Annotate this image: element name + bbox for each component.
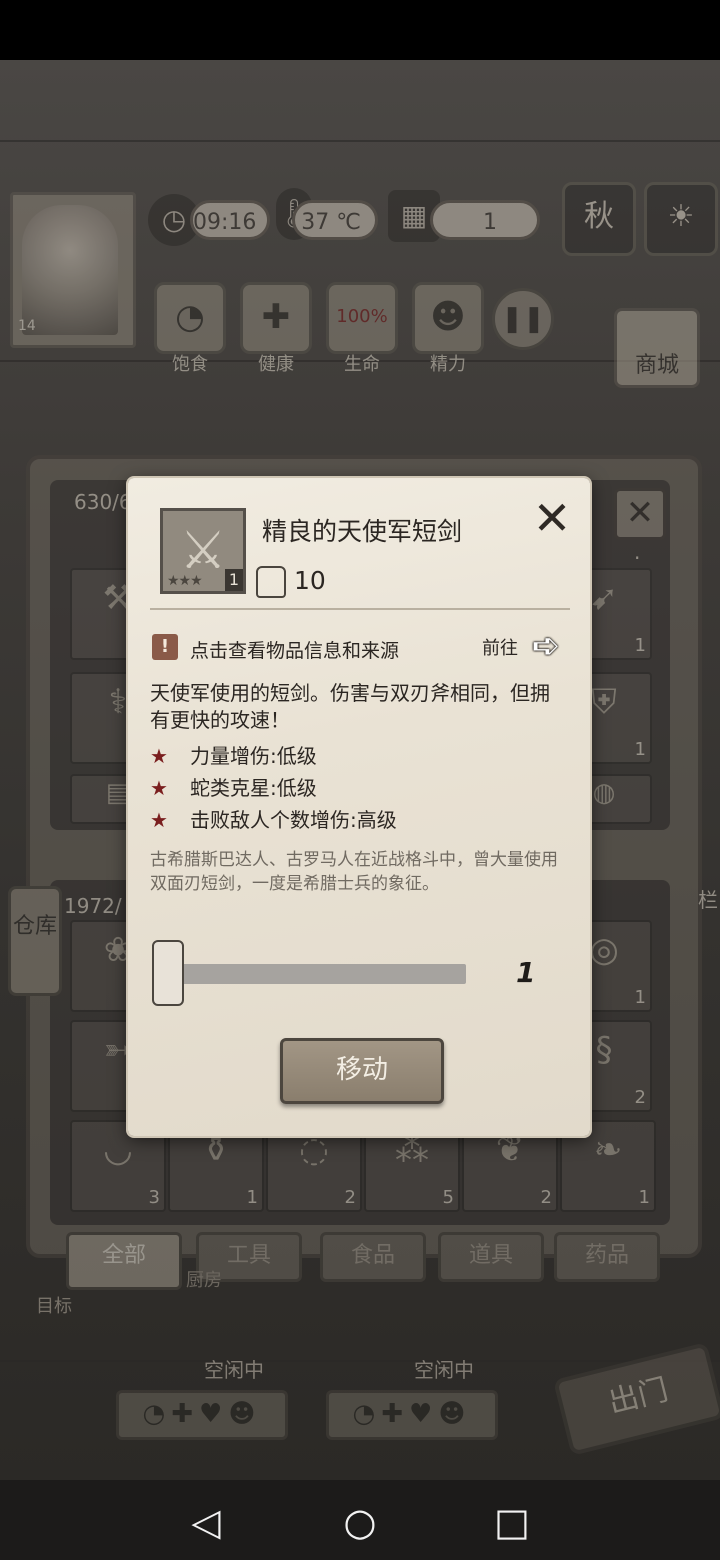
star-icon: ★ bbox=[150, 808, 168, 832]
pills-icon: ◌ bbox=[299, 1130, 329, 1170]
life-button[interactable]: 100% bbox=[326, 282, 398, 354]
hunger-label: 饱食 bbox=[172, 354, 208, 375]
goal-button[interactable]: 目标 bbox=[36, 1292, 72, 1318]
tab-food[interactable]: 食品 bbox=[320, 1232, 426, 1282]
info-icon[interactable]: ! bbox=[152, 634, 178, 660]
inventory-mark: . bbox=[634, 540, 641, 564]
herb-icon: ❦ bbox=[495, 1130, 525, 1170]
health-button[interactable]: ✚ bbox=[240, 282, 312, 354]
close-icon[interactable]: ✕ bbox=[528, 494, 576, 542]
time-display: 09:16 bbox=[190, 200, 270, 240]
side-label: 栏 bbox=[698, 888, 718, 912]
shop-button[interactable]: 商城 bbox=[614, 308, 700, 388]
item-count-badge: 1 bbox=[225, 569, 243, 591]
attribute-row: ★ 力量增伤:低级 bbox=[150, 740, 317, 769]
player-level: 14 bbox=[18, 318, 36, 334]
attribute-text: 击败敌人个数增伤:高级 bbox=[190, 808, 397, 832]
top-capacity: 630/6 bbox=[74, 490, 132, 514]
item-weight: 10 bbox=[294, 566, 326, 595]
warehouse-tab[interactable]: 仓库 bbox=[8, 886, 62, 996]
worker-status: 空闲中 bbox=[204, 1358, 264, 1382]
pause-button[interactable]: ❚❚ bbox=[492, 288, 554, 350]
nuts-icon: ⁂ bbox=[395, 1130, 429, 1170]
status-bar bbox=[0, 0, 720, 60]
settings-sun-icon[interactable]: ☀ bbox=[644, 182, 718, 256]
energy-button[interactable]: ☻ bbox=[412, 282, 484, 354]
attribute-row: ★ 蛇类克星:低级 bbox=[150, 772, 317, 801]
bottom-capacity: 1972/ bbox=[64, 894, 122, 918]
recents-icon[interactable]: □ bbox=[490, 1500, 534, 1544]
health-label: 健康 bbox=[258, 354, 294, 375]
item-rarity-stars: ★★★ bbox=[167, 573, 203, 589]
inventory-close-button[interactable]: ✕ bbox=[614, 488, 666, 540]
home-icon[interactable]: ○ bbox=[338, 1500, 382, 1544]
hunger-button[interactable]: ◔ bbox=[154, 282, 226, 354]
season-button[interactable]: 秋 bbox=[562, 182, 636, 256]
day-display: 1 bbox=[430, 200, 540, 240]
weight-icon bbox=[256, 566, 286, 598]
arrow-right-icon[interactable]: ➪ bbox=[524, 626, 568, 666]
kitchen-label: 厨房 bbox=[186, 1270, 222, 1291]
tab-all[interactable]: 全部 bbox=[66, 1232, 182, 1290]
avatar[interactable] bbox=[22, 205, 118, 335]
back-icon[interactable]: ◁ bbox=[184, 1500, 228, 1544]
star-icon: ★ bbox=[150, 776, 168, 800]
goto-label[interactable]: 前往 bbox=[482, 634, 518, 660]
quantity-slider-handle[interactable] bbox=[152, 940, 184, 1006]
item-info-link[interactable]: 点击查看物品信息和来源 bbox=[190, 636, 399, 663]
temperature-display: 37 ℃ bbox=[292, 200, 378, 240]
item-name: 精良的天使军短剑 bbox=[262, 517, 463, 546]
worker-stats-bar[interactable]: ◔✚♥☻ bbox=[116, 1390, 288, 1440]
jar-icon: ⚱ bbox=[201, 1130, 231, 1170]
quantity-value: 1 bbox=[516, 956, 536, 989]
quantity-slider-track[interactable] bbox=[166, 964, 466, 984]
tab-items[interactable]: 道具 bbox=[438, 1232, 544, 1282]
move-button[interactable]: 移动 bbox=[280, 1038, 444, 1104]
attribute-text: 力量增伤:低级 bbox=[190, 744, 317, 768]
divider bbox=[150, 608, 570, 610]
tab-medicine[interactable]: 药品 bbox=[554, 1232, 660, 1282]
item-description: 天使军使用的短剑。伤害与双刃斧相同，但拥有更快的攻速！ bbox=[150, 681, 550, 732]
attribute-row: ★ 击败敌人个数增伤:高级 bbox=[150, 804, 397, 833]
bowl-icon: ◡ bbox=[103, 1130, 133, 1170]
worker-status: 空闲中 bbox=[414, 1358, 474, 1382]
life-label: 生命 bbox=[344, 354, 380, 375]
attribute-text: 蛇类克星:低级 bbox=[190, 776, 317, 800]
life-value: 100% bbox=[336, 306, 388, 327]
item-lore: 古希腊斯巴达人、古罗马人在近战格斗中，曾大量使用双面刃短剑，一度是希腊士兵的象征… bbox=[150, 850, 558, 894]
worker-stats-bar[interactable]: ◔✚♥☻ bbox=[326, 1390, 498, 1440]
leaf-icon: ❧ bbox=[593, 1130, 623, 1170]
item-thumbnail[interactable]: ⚔ ★★★ 1 bbox=[160, 508, 246, 594]
star-icon: ★ bbox=[150, 744, 168, 768]
energy-label: 精力 bbox=[430, 354, 466, 375]
